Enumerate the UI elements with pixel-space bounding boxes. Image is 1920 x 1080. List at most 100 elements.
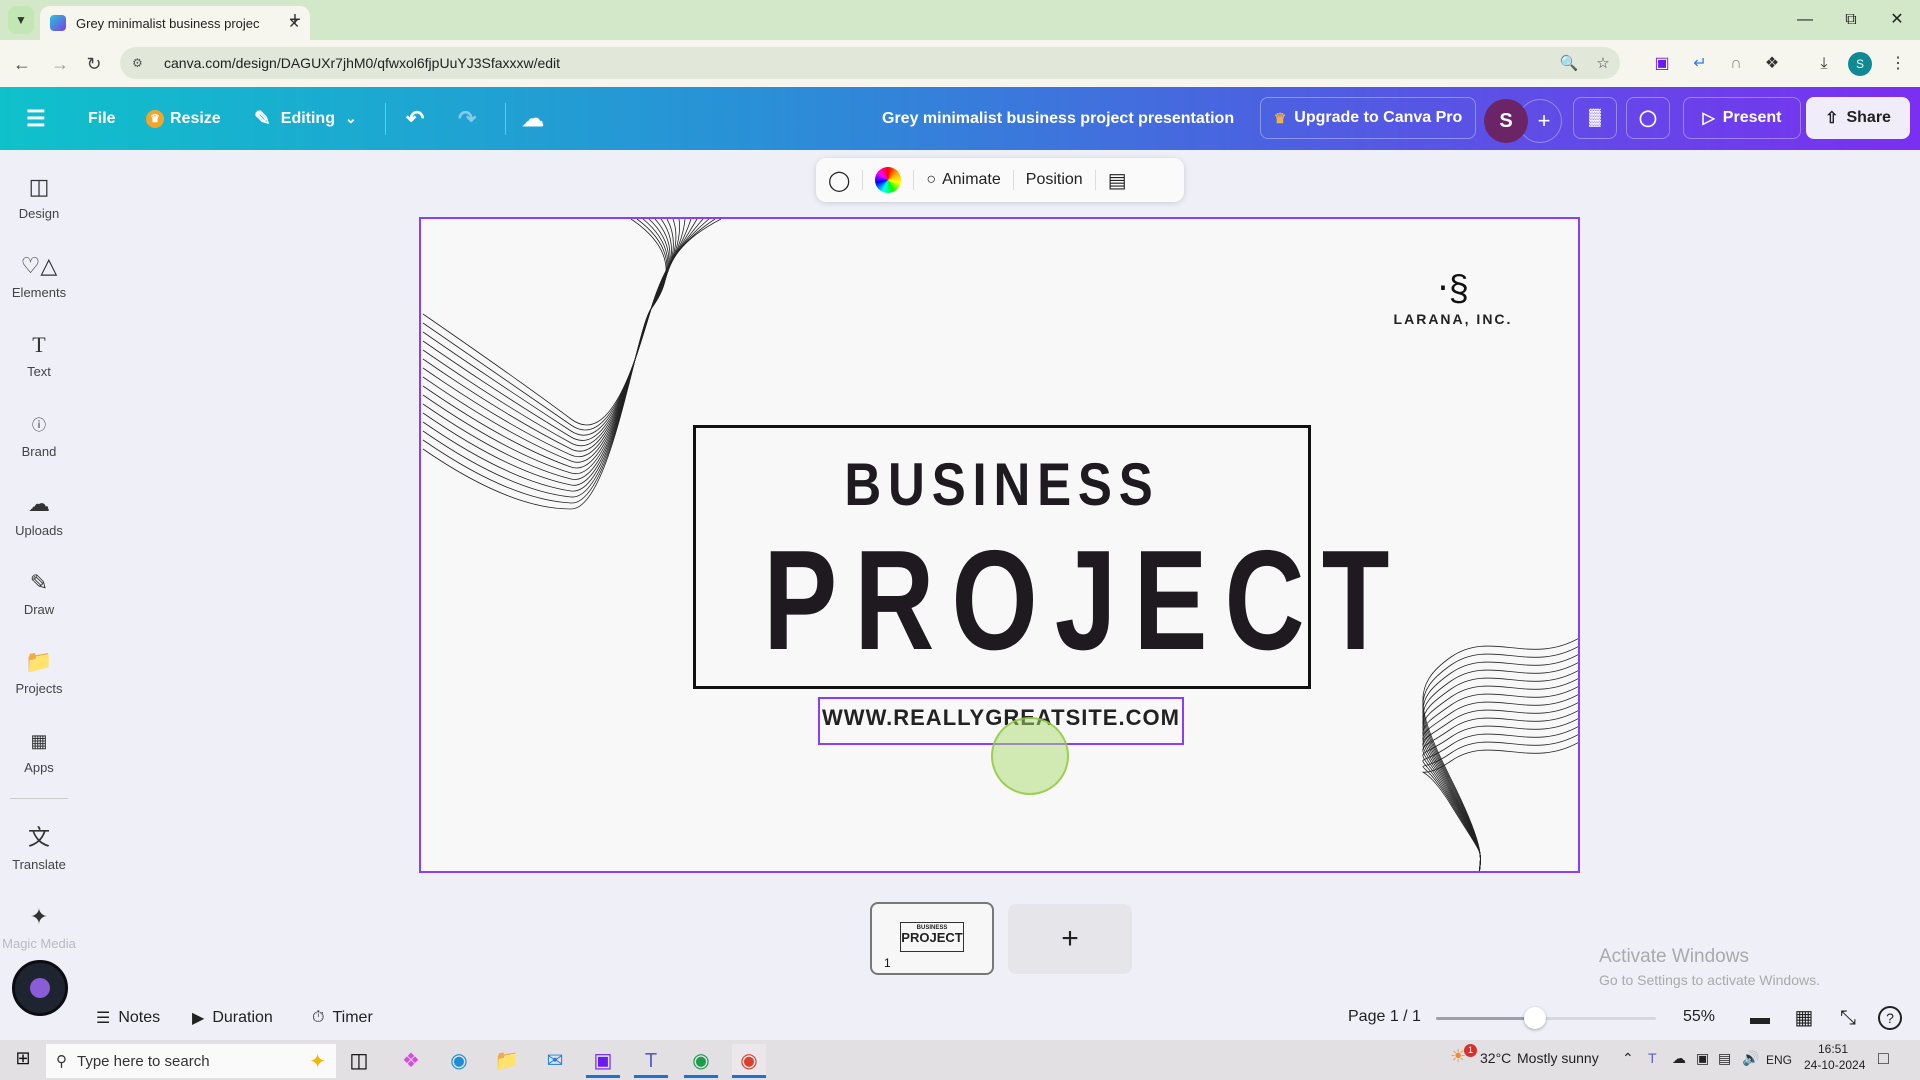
edge-icon[interactable]: ◉ [442,1044,476,1078]
extension-arc-icon[interactable]: ∩ [1722,50,1750,78]
canva-favicon-icon [50,15,66,31]
chrome-profile-a-icon[interactable]: ◉ [684,1044,718,1078]
user-avatar[interactable]: S [1484,99,1528,143]
language-indicator[interactable]: ENG [1766,1053,1792,1067]
company-logo[interactable]: ⋅§ LARANA, INC. [1373,267,1533,327]
title-frame[interactable]: BUSINESS PROJECT [693,425,1389,689]
wave-lines-bottom-right[interactable] [1421,629,1580,873]
mail-icon[interactable]: ✉ [538,1044,572,1078]
canva-assistant-button[interactable] [12,960,68,1016]
grid-view-icon[interactable]: ▦ [1790,1004,1818,1032]
task-view-icon[interactable]: ◫ [342,1044,376,1078]
animate-icon: ○ [926,171,937,188]
text-icon: T [32,332,46,357]
wave-line [422,219,672,480]
insights-button[interactable]: ▓ [1573,97,1617,139]
tab-search-button[interactable]: ▼ [8,6,34,34]
position-button[interactable]: Position [1026,171,1083,189]
site-info-icon[interactable]: ⚙ [132,56,152,70]
notifications-icon[interactable]: □ [1878,1048,1889,1069]
browser-menu-icon[interactable]: ⋮ [1884,50,1912,78]
sidebar-item-draw[interactable]: ✎ Draw [0,568,78,638]
minimize-button[interactable]: — [1782,6,1828,34]
chrome-profile-s-icon[interactable]: ◉ [732,1044,766,1078]
help-icon[interactable]: ? [1878,1006,1902,1030]
slide-canvas[interactable]: ⋅§ LARANA, INC. BUSINESS PROJECT WWW.REA… [419,217,1580,873]
main-menu-icon[interactable]: ☰ [26,87,46,150]
network-icon[interactable]: ▤ [1718,1050,1731,1067]
windows-start-icon[interactable]: ⊞ [10,1048,36,1074]
taskbar-search[interactable]: ⚲ Type here to search ✦ [46,1044,336,1078]
share-button[interactable]: ⇧ Share [1806,97,1910,139]
page-view-icon[interactable]: ▬ [1746,1004,1774,1032]
onedrive-cloud-icon[interactable]: ☁ [1672,1050,1686,1067]
restore-button[interactable]: ⧉ [1828,6,1874,34]
undo-button[interactable]: ↶ [406,87,424,150]
forward-button[interactable]: → [46,50,74,78]
sidebar-item-elements[interactable]: ♡△ Elements [0,251,78,321]
zoom-icon[interactable]: 🔍 [1552,54,1586,72]
redo-button[interactable]: ↷ [458,87,476,150]
sidebar-item-translate[interactable]: 文 Translate [0,823,78,893]
profile-avatar[interactable]: S [1848,52,1872,76]
timer-button[interactable]: ⏱ Timer [312,1004,373,1032]
add-comment-icon[interactable]: ◯ [828,168,850,193]
copy-style-paint-roller-icon[interactable]: ▤ [1108,168,1127,193]
website-text[interactable]: WWW.REALLYGREATSITE.COM [820,705,1182,731]
file-menu[interactable]: File [88,87,116,150]
zoom-percent[interactable]: 55% [1683,1008,1715,1026]
zoom-slider[interactable] [1436,1007,1656,1029]
file-explorer-icon[interactable]: 📁 [490,1044,524,1078]
editing-mode-dropdown[interactable]: ✎ Editing ⌄ [254,87,357,150]
new-tab-button[interactable]: + [282,8,308,34]
cloud-saved-icon[interactable]: ☁ [522,87,544,150]
notes-button[interactable]: ☰ Notes [96,1004,160,1032]
clock-date[interactable]: 24-10-2024 [1804,1058,1865,1072]
add-page-button[interactable]: + [1008,904,1132,974]
sidebar-item-design[interactable]: ◫ Design [0,172,78,242]
document-title[interactable]: Grey minimalist business project present… [882,87,1234,150]
comments-button[interactable]: ◯ [1626,97,1670,139]
sidebar-item-text[interactable]: T Text [0,330,78,400]
extension-translate-icon[interactable]: ↵ [1686,50,1714,78]
copilot-icon[interactable]: ❖ [394,1044,428,1078]
volume-icon[interactable]: 🔊 [1742,1050,1759,1067]
fullscreen-icon[interactable]: ⤡ [1834,1004,1862,1032]
tray-teams-icon[interactable]: T [1648,1050,1657,1066]
color-picker-button[interactable] [875,167,902,193]
reload-button[interactable]: ↻ [80,50,108,78]
back-button[interactable]: ← [8,50,36,78]
close-window-button[interactable]: ✕ [1874,6,1920,34]
sidebar-item-uploads[interactable]: ☁ Uploads [0,489,78,559]
page-thumbnail-1[interactable]: BUSINESS PROJECT 1 [870,902,994,975]
extension-canva-icon[interactable]: ▣ [1648,50,1676,78]
animate-button[interactable]: ○ Animate [926,171,1000,189]
url-text[interactable]: canva.com/design/DAGUXr7jhM0/qfwxol6fjpU… [164,55,1552,71]
present-button[interactable]: ▷ Present [1683,97,1801,139]
tray-overflow-chevron-icon[interactable]: ⌃ [1622,1050,1634,1067]
bookmark-star-icon[interactable]: ☆ [1586,54,1620,72]
resize-button[interactable]: ♛ Resize [146,87,221,150]
sidebar-item-brand[interactable]: ⓘ Brand [0,410,78,480]
heading-project[interactable]: PROJECT [763,526,1389,676]
sidebar-item-projects[interactable]: 📁 Projects [0,647,78,717]
wave-line [1422,734,1578,871]
weather-temp[interactable]: 32°C [1480,1050,1511,1066]
teams-icon[interactable]: T [634,1044,668,1078]
downloads-icon[interactable]: ⤓ [1810,50,1838,78]
wave-line [422,219,722,426]
weather-description[interactable]: Mostly sunny [1517,1050,1599,1066]
clock-time[interactable]: 16:51 [1818,1042,1848,1056]
sidebar-label: Design [18,206,60,221]
sidebar-item-apps[interactable]: ▦ Apps [0,726,78,796]
url-field[interactable]: ⚙ canva.com/design/DAGUXr7jhM0/qfwxol6fj… [120,47,1620,79]
browser-tab[interactable]: Grey minimalist business projec ✕ [40,6,310,40]
extensions-puzzle-icon[interactable]: ❖ [1758,50,1786,78]
zoom-slider-handle[interactable] [1524,1007,1546,1029]
camera-icon[interactable]: ▣ [1696,1050,1709,1067]
heading-business[interactable]: BUSINESS [742,450,1262,519]
duration-button[interactable]: ▶ Duration [192,1004,273,1032]
upgrade-pro-button[interactable]: ♛ Upgrade to Canva Pro [1260,97,1476,139]
taskbar-canva-app-icon[interactable]: ▣ [586,1044,620,1078]
sidebar-label: Translate [12,857,66,872]
